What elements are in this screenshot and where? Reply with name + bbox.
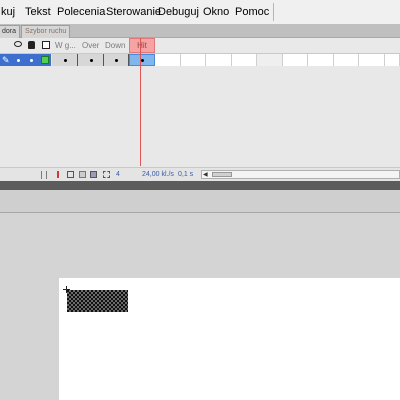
pencil-icon: ✎	[2, 55, 10, 65]
elapsed-time: 0,1 s	[178, 171, 194, 178]
center-frame-icon[interactable]	[57, 171, 60, 178]
keyframe-dot-icon	[63, 59, 67, 62]
menu-control[interactable]: Sterowanie	[106, 0, 161, 24]
panel-divider[interactable]	[0, 181, 400, 190]
onion-outline-icon[interactable]	[79, 171, 86, 178]
keyframe-dot-icon	[141, 59, 144, 62]
visibility-dot-icon[interactable]	[17, 59, 20, 62]
frame-cell[interactable]	[308, 54, 334, 66]
frame-cell[interactable]	[155, 54, 181, 66]
frame-cell[interactable]	[181, 54, 206, 66]
frame-rate[interactable]: 24,00 kl./s	[142, 168, 174, 181]
lock-dot-icon[interactable]	[30, 59, 33, 62]
scrollbar-thumb[interactable]	[212, 172, 232, 177]
lock-icon[interactable]	[28, 41, 35, 49]
outline-icon[interactable]	[42, 41, 50, 49]
frame-label-over[interactable]: Over	[82, 38, 99, 53]
tab-library[interactable]: dora	[0, 25, 21, 38]
eye-icon[interactable]	[14, 41, 22, 47]
registration-point-icon	[63, 286, 70, 293]
onion-skin-icon[interactable]	[67, 171, 74, 178]
separator	[46, 171, 47, 179]
menu-window[interactable]: Okno	[203, 0, 229, 24]
layer-color-box[interactable]	[41, 56, 49, 64]
onion-markers-icon[interactable]	[103, 171, 110, 178]
frame-cell[interactable]	[334, 54, 359, 66]
menu-commands[interactable]: Polecenia	[57, 0, 105, 24]
frame-cell[interactable]	[232, 54, 257, 66]
keyframe-dot-icon	[89, 59, 93, 62]
tab-strip: dora Szybor ruchu	[0, 24, 400, 38]
menu-separator	[273, 3, 274, 21]
scroll-left-icon[interactable]: ◀	[203, 172, 208, 178]
separator	[41, 171, 42, 179]
frame-cell[interactable]	[206, 54, 232, 66]
frame-label-down[interactable]: Down	[105, 38, 125, 53]
menu-modify[interactable]: kuj	[1, 0, 15, 24]
menu-debug[interactable]: Debuguj	[158, 0, 199, 24]
keyframe-over[interactable]	[78, 54, 104, 66]
menu-text[interactable]: Tekst	[25, 0, 51, 24]
current-frame: 4	[116, 171, 120, 178]
menu-bar: kuj Tekst Polecenia Sterowanie Debuguj O…	[0, 0, 400, 25]
horizontal-scrollbar[interactable]: ◀	[201, 170, 400, 179]
keyframe-up[interactable]	[52, 54, 78, 66]
keyframe-hit[interactable]	[129, 54, 155, 66]
frame-label-hit[interactable]: Hit	[129, 38, 155, 53]
timeline-header: W g... Over Down Hit	[0, 38, 400, 54]
button-symbol-hit-area[interactable]	[67, 290, 128, 312]
frame-cell[interactable]	[283, 54, 308, 66]
timeline-status-bar: 4 24,00 kl./s 0,1 s ◀	[0, 167, 400, 181]
edit-bar	[0, 190, 400, 213]
frame-cell[interactable]	[359, 54, 385, 66]
edit-multiple-frames-icon[interactable]	[90, 171, 97, 178]
layer-row[interactable]: ✎	[0, 54, 51, 66]
playhead[interactable]	[140, 38, 141, 166]
frame-cell[interactable]	[385, 54, 400, 66]
timeline-panel: W g... Over Down Hit ✎ 4 24,00 kl./s 0,1…	[0, 38, 400, 181]
menu-help[interactable]: Pomoc	[235, 0, 269, 24]
keyframe-dot-icon	[115, 59, 118, 62]
frame-cell[interactable]	[257, 54, 283, 66]
keyframe-down[interactable]	[104, 54, 129, 66]
frame-label-up[interactable]: W g...	[55, 38, 76, 53]
tab-motion-editor[interactable]: Szybor ruchu	[21, 25, 71, 38]
